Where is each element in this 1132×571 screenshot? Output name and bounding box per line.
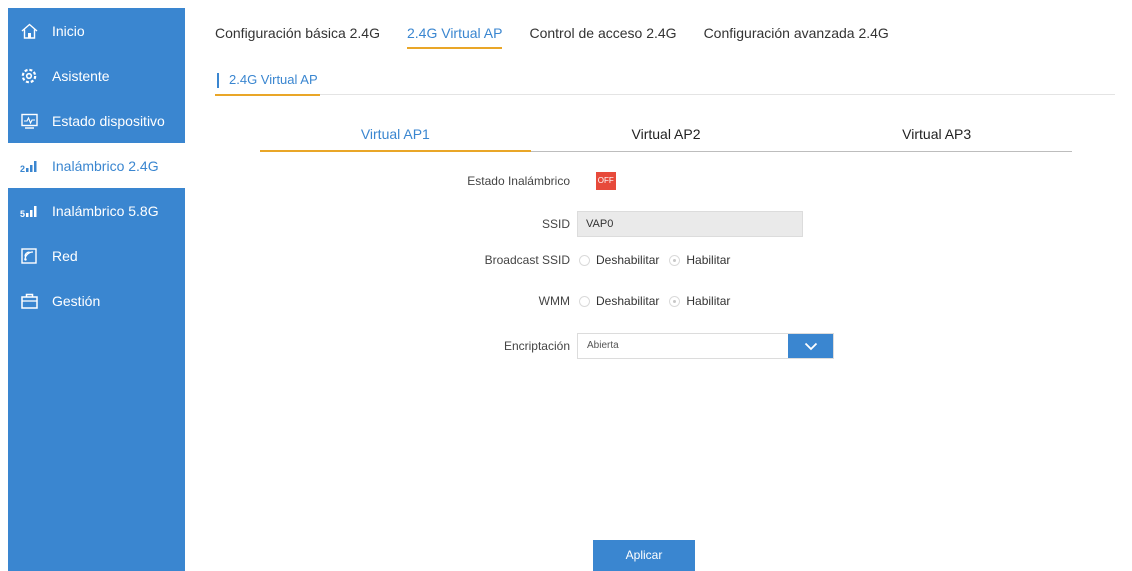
tab-virtual-ap2[interactable]: Virtual AP2	[531, 120, 802, 151]
broadcast-ssid-row: Broadcast SSID Deshabilitar Habilitar	[397, 253, 738, 267]
briefcase-icon	[20, 292, 38, 310]
sidebar-item-label: Asistente	[52, 67, 110, 84]
wireless-status-toggle[interactable]: OFF	[577, 172, 616, 190]
sidebar-item-inalambrico-5-8g[interactable]: 5 Inalámbrico 5.8G	[8, 188, 185, 233]
sidebar-item-label: Estado dispositivo	[52, 112, 165, 129]
wmm-enable-radio[interactable]	[669, 295, 681, 307]
tab-configuracion-basica[interactable]: Configuración básica 2.4G	[215, 22, 380, 48]
sidebar-item-gestion[interactable]: Gestión	[8, 278, 185, 323]
monitor-icon	[20, 112, 38, 130]
encryption-label: Encriptación	[503, 339, 570, 353]
sidebar-item-label: Inicio	[52, 22, 85, 39]
tab-configuracion-avanzada[interactable]: Configuración avanzada 2.4G	[704, 22, 889, 48]
virtual-ap-tabs: Virtual AP1 Virtual AP2 Virtual AP3	[260, 120, 1072, 152]
encryption-select[interactable]: Abierta	[577, 333, 834, 359]
wireless-status-label: Estado Inalámbrico	[467, 174, 570, 188]
section-header: 2.4G Virtual AP	[215, 68, 1115, 96]
broadcast-ssid-disable-label: Deshabilitar	[596, 253, 660, 267]
encryption-value: Abierta	[587, 340, 619, 351]
sidebar-item-label: Inalámbrico 2.4G	[52, 157, 159, 174]
sidebar-item-asistente[interactable]: Asistente	[8, 53, 185, 98]
sidebar: Inicio Asistente Estado dispositivo 2 In…	[8, 8, 186, 571]
chevron-down-icon[interactable]	[788, 334, 833, 358]
broadcast-ssid-enable-label: Habilitar	[686, 253, 731, 267]
broadcast-ssid-disable-radio[interactable]	[579, 254, 590, 266]
broadcast-ssid-label: Broadcast SSID	[484, 253, 570, 267]
sidebar-item-label: Gestión	[52, 292, 101, 309]
sidebar-item-label: Red	[52, 247, 78, 264]
wmm-enable-label: Habilitar	[686, 294, 731, 308]
sidebar-item-label: Inalámbrico 5.8G	[52, 202, 159, 219]
ssid-label: SSID	[541, 217, 570, 231]
toggle-knob	[577, 172, 596, 190]
top-tabs: Configuración básica 2.4G 2.4G Virtual A…	[215, 22, 916, 49]
broadcast-ssid-radio-group: Deshabilitar Habilitar	[577, 253, 738, 267]
apply-button[interactable]: Aplicar	[593, 540, 695, 571]
sidebar-item-estado-dispositivo[interactable]: Estado dispositivo	[8, 98, 185, 143]
home-icon	[20, 22, 38, 40]
sidebar-item-red[interactable]: Red	[8, 233, 185, 278]
wmm-disable-label: Deshabilitar	[596, 294, 660, 308]
wmm-radio-group: Deshabilitar Habilitar	[577, 294, 738, 308]
tab-control-acceso[interactable]: Control de acceso 2.4G	[529, 22, 676, 48]
toggle-state-badge: OFF	[595, 172, 616, 190]
svg-text:5: 5	[20, 209, 25, 219]
network-icon	[20, 247, 38, 265]
wmm-row: WMM Deshabilitar Habilitar	[397, 294, 738, 308]
gear-icon	[20, 67, 38, 85]
signal-2g-icon: 2	[20, 157, 38, 175]
wmm-label: WMM	[538, 294, 570, 308]
ssid-row: SSID	[397, 211, 803, 237]
svg-text:2: 2	[20, 164, 25, 174]
broadcast-ssid-enable-radio[interactable]	[669, 254, 681, 266]
encryption-row: Encriptación Abierta	[397, 333, 834, 359]
wireless-status-row: Estado Inalámbrico OFF	[397, 172, 616, 190]
ssid-input[interactable]	[577, 211, 803, 237]
sidebar-item-inalambrico-2-4g[interactable]: 2 Inalámbrico 2.4G	[8, 143, 186, 188]
section-title: 2.4G Virtual AP	[215, 68, 320, 96]
signal-5g-icon: 5	[20, 202, 38, 220]
tab-virtual-ap3[interactable]: Virtual AP3	[801, 120, 1072, 151]
sidebar-item-inicio[interactable]: Inicio	[8, 8, 185, 53]
tab-virtual-ap[interactable]: 2.4G Virtual AP	[407, 22, 503, 49]
wmm-disable-radio[interactable]	[579, 295, 590, 307]
tab-virtual-ap1[interactable]: Virtual AP1	[260, 120, 531, 152]
